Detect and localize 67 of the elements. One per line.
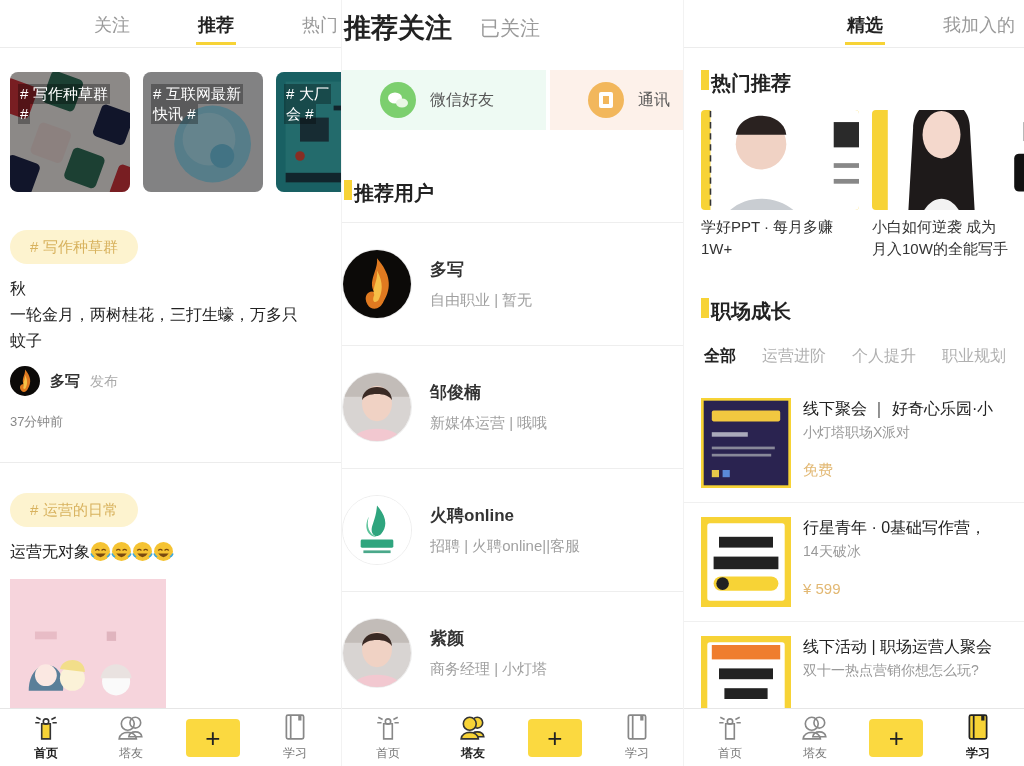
user-row[interactable]: 多写 自由职业 | 暂无	[342, 223, 683, 346]
course-row[interactable]: 行星青年 · 0基础写作营， 14天破冰 ¥ 599	[684, 503, 1024, 622]
user-row[interactable]: 邹俊楠 新媒体运营 | 哦哦	[342, 346, 683, 469]
section-marker	[344, 180, 352, 200]
user-info: 招聘 | 火聘online||客服	[430, 535, 581, 556]
user-info: 新媒体运营 | 哦哦	[430, 412, 548, 433]
course-price: ¥ 599	[803, 579, 842, 599]
nav-tab[interactable]: 首页	[700, 713, 761, 762]
add-button[interactable]: +	[527, 718, 582, 757]
course-row[interactable]: 线下聚会 ｜ 好奇心乐园·小 小灯塔职场X派对 免费	[684, 384, 1024, 503]
course-title: 线下活动 | 职场运营人聚会	[803, 637, 993, 657]
course-price: 免费	[803, 460, 834, 480]
nav-tab[interactable]: 塔友	[784, 713, 845, 762]
nav-tab[interactable]: 塔友	[443, 713, 504, 762]
topic-title: # 大厂	[284, 84, 331, 104]
course-title: 行星青年 · 0基础写作营，	[803, 518, 987, 538]
nav-tab[interactable]: 学习	[947, 713, 1008, 762]
tab[interactable]: 推荐关注	[344, 7, 452, 49]
invite-card[interactable]: 通讯	[550, 70, 683, 130]
user-info: 自由职业 | 暂无	[430, 289, 533, 310]
user-name: 火聘online	[430, 505, 516, 527]
topic-title: #	[18, 104, 31, 124]
post-text: 秋	[10, 279, 26, 299]
topic-title: # 写作种草群	[18, 84, 110, 104]
filter-tab[interactable]: 全部	[704, 344, 736, 368]
course-title: 学好PPT · 每月多赚	[701, 217, 835, 237]
post-text: 蚊子	[10, 331, 42, 351]
invite-card[interactable]: 微信好友	[342, 70, 546, 130]
nav-tab[interactable]: 学习	[606, 713, 667, 762]
section-marker	[701, 70, 709, 90]
topic-title: # 互联网最新	[151, 84, 243, 104]
section-marker	[701, 298, 709, 318]
section-title: 推荐用户	[354, 181, 434, 206]
tab[interactable]: 推荐	[196, 14, 236, 47]
chat-bubbles-icon	[380, 82, 416, 118]
course-title: 线下聚会 ｜ 好奇心乐园·小	[803, 399, 994, 420]
course-title: 月入10W的全能写手	[872, 239, 1009, 259]
nav-tab[interactable]: 塔友	[101, 713, 162, 762]
topic-card[interactable]: # 互联网最新 快讯 #	[143, 72, 263, 192]
action-text: 发布	[90, 371, 118, 391]
user-name: 紫颜	[430, 628, 465, 650]
add-button[interactable]: +	[185, 718, 240, 757]
add-button[interactable]: +	[869, 718, 924, 757]
course-subtitle: 小灯塔职场X派对	[803, 423, 912, 442]
nav-tab[interactable]: 学习	[264, 713, 325, 762]
topic-card[interactable]: # 写作种草群 #	[10, 72, 130, 192]
section-title: 热门推荐	[711, 71, 791, 96]
address-book-icon	[588, 82, 624, 118]
author-name[interactable]: 多写	[50, 369, 80, 393]
user-row[interactable]: 火聘online 招聘 | 火聘online||客服	[342, 469, 683, 592]
course-subtitle: 14天破冰	[803, 542, 862, 561]
user-name: 邹俊楠	[430, 382, 482, 404]
topic-title: 快讯 #	[151, 104, 198, 124]
post-text: 运营无对象	[10, 541, 90, 562]
section-title: 职场成长	[711, 299, 791, 324]
user-info: 商务经理 | 小灯塔	[430, 658, 548, 679]
course-title: 小白如何逆袭 成为	[872, 217, 998, 237]
nav-tab[interactable]: 首页	[16, 713, 77, 762]
post-time: 37分钟前	[10, 413, 65, 431]
topic-title: 会 #	[284, 104, 316, 124]
post-text: 一轮金月，两树桂花，三打生蠔，万多只	[10, 305, 298, 325]
course-title: 1W+	[701, 239, 734, 259]
course-subtitle: 双十一热点营销你想怎么玩?	[803, 661, 980, 680]
topic-card[interactable]: # 大厂 会 #	[276, 72, 341, 192]
user-name: 多写	[430, 259, 465, 281]
nav-tab[interactable]: 首页	[358, 713, 419, 762]
tab[interactable]: 精选	[845, 14, 885, 47]
